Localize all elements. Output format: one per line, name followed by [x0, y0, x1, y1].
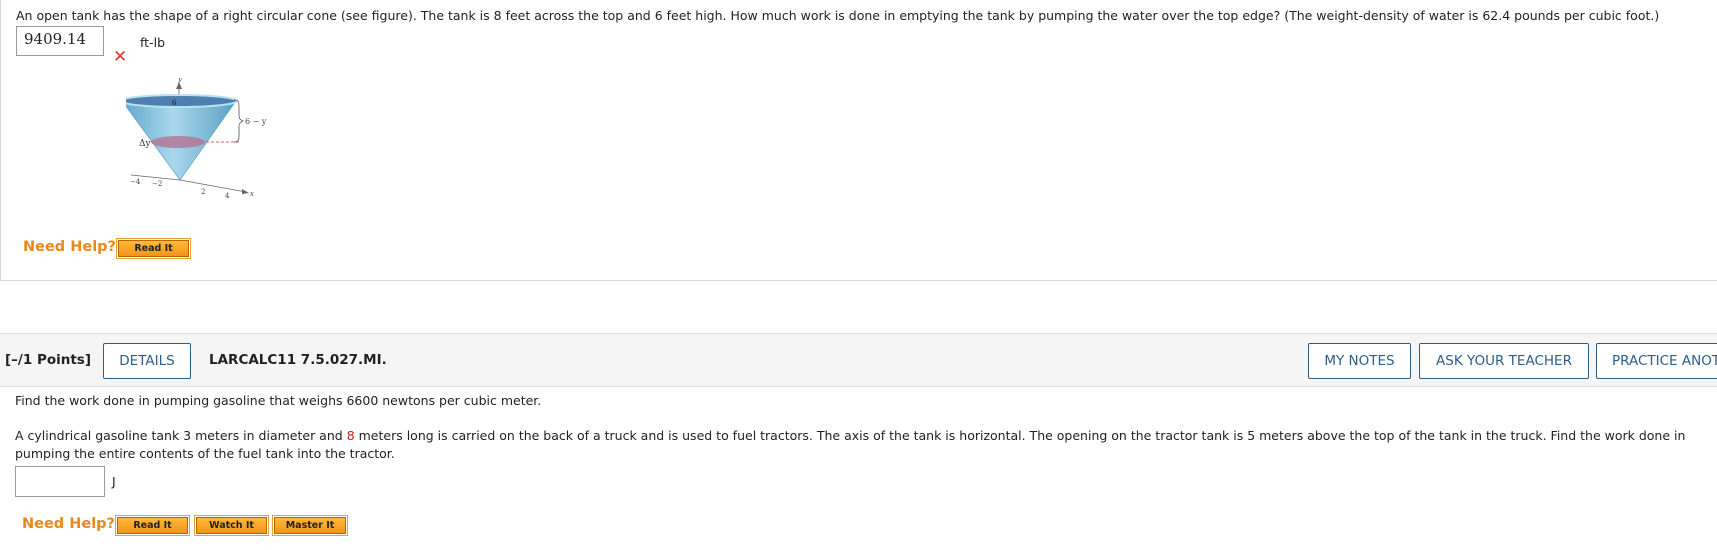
- watch-it-button[interactable]: Watch It: [194, 515, 269, 536]
- ask-teacher-button[interactable]: ASK YOUR TEACHER: [1419, 343, 1589, 379]
- distance-brace: [233, 99, 244, 143]
- cone-figure: y 6 − y 6 Δy x −4 −2 2 4: [126, 78, 267, 200]
- need-help-label: Need Help?: [23, 239, 116, 255]
- incorrect-x-icon: ✕: [113, 47, 128, 67]
- tick-2-label: 2: [201, 188, 205, 196]
- details-button[interactable]: DETAILS: [103, 343, 191, 379]
- question-2-text: A cylindrical gasoline tank 3 meters in …: [15, 427, 1710, 463]
- points-label: [–/1 Points]: [5, 352, 92, 368]
- problem-code: LARCALC11 7.5.027.MI.: [209, 352, 387, 368]
- practice-another-button[interactable]: PRACTICE ANOTHER: [1596, 343, 1717, 379]
- y-axis-arrow-icon: [176, 82, 182, 89]
- answer-1-unit: ft-lb: [140, 35, 165, 50]
- distance-label: 6 − y: [245, 117, 267, 126]
- answer-2-input[interactable]: [15, 466, 105, 497]
- need-help-label-2: Need Help?: [22, 516, 115, 532]
- x-axis-line: [179, 179, 247, 193]
- my-notes-button[interactable]: MY NOTES: [1308, 343, 1411, 379]
- y-axis-label: y: [177, 78, 183, 83]
- tick-neg4-label: −4: [130, 178, 141, 186]
- cone-top-surface: [126, 94, 238, 108]
- question-2-intro: Find the work done in pumping gasoline t…: [15, 393, 542, 408]
- answer-1-input[interactable]: 9409.14: [16, 26, 104, 56]
- question-1-panel: An open tank has the shape of a right ci…: [0, 0, 1717, 281]
- read-it-button[interactable]: Read It: [116, 238, 191, 259]
- master-it-button[interactable]: Master It: [272, 515, 348, 536]
- x-axis-arrow-icon: [242, 189, 249, 194]
- answer-2-unit: J: [112, 474, 116, 489]
- top-tick-label: 6: [172, 99, 177, 107]
- delta-y-label: Δy: [139, 139, 151, 149]
- question-2-header: [–/1 Points] DETAILS LARCALC11 7.5.027.M…: [0, 333, 1717, 387]
- question-2-text-part1: A cylindrical gasoline tank 3 meters in …: [15, 428, 347, 443]
- question-1-text: An open tank has the shape of a right ci…: [16, 8, 1660, 23]
- x-axis-label: x: [250, 190, 254, 198]
- tick-neg2-label: −2: [152, 180, 162, 188]
- read-it-button-2[interactable]: Read It: [115, 515, 190, 536]
- tick-4-label: 4: [225, 192, 230, 200]
- highlighted-value: 8: [346, 428, 355, 443]
